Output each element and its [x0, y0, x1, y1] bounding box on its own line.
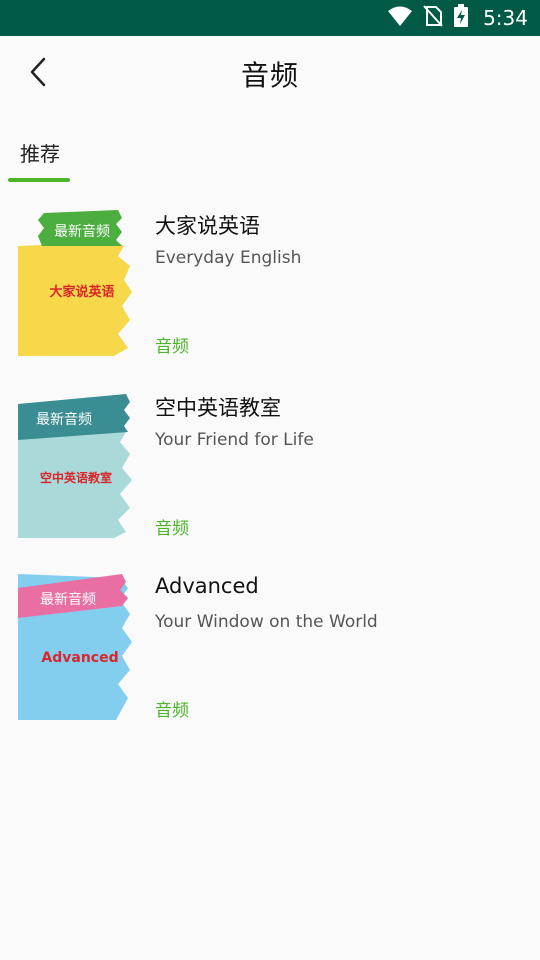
item-title: 大家说英语: [155, 214, 260, 238]
cover-banner-text: 最新音频: [40, 591, 96, 608]
audio-list: 最新音频 大家说英语 大家说英语 Everyday English 音频 最新音…: [0, 198, 540, 744]
item-subtitle: Your Friend for Life: [155, 430, 314, 450]
cover-banner-text: 最新音频: [54, 223, 110, 240]
item-tag: 音频: [155, 337, 189, 357]
cover-thumbnail: 最新音频 大家说英语: [18, 210, 134, 356]
no-sim-icon: [423, 5, 443, 31]
cover-thumbnail: 最新音频 空中英语教室: [18, 392, 134, 538]
cover-logo-text: 空中英语教室: [40, 470, 112, 485]
tab-bar: 推荐: [0, 130, 540, 182]
tab-label: 推荐: [20, 142, 60, 166]
item-subtitle: Everyday English: [155, 248, 302, 268]
item-tag: 音频: [155, 519, 189, 539]
cover-thumbnail: 最新音频 Advanced: [18, 574, 134, 720]
tab-indicator: [8, 178, 70, 182]
battery-charging-icon: [453, 4, 469, 32]
cover-logo-text: Advanced: [41, 650, 118, 666]
list-item[interactable]: 最新音频 大家说英语 大家说英语 Everyday English 音频: [0, 198, 540, 380]
cover-banner-text: 最新音频: [36, 411, 92, 428]
status-time: 5:34: [483, 6, 528, 30]
wifi-icon: [387, 5, 413, 31]
item-subtitle: Your Window on the World: [155, 612, 378, 632]
list-item[interactable]: 最新音频 空中英语教室 空中英语教室 Your Friend for Life …: [0, 380, 540, 562]
status-icons: 5:34: [387, 0, 528, 36]
tab-recommended[interactable]: 推荐: [8, 130, 70, 182]
status-bar: 5:34: [0, 0, 540, 36]
item-title: Advanced: [155, 574, 259, 598]
page-title: 音频: [240, 59, 299, 92]
app-bar: 音频: [0, 36, 540, 112]
item-tag: 音频: [155, 701, 189, 721]
cover-logo-text: 大家说英语: [49, 284, 114, 300]
item-title: 空中英语教室: [155, 396, 281, 420]
list-item[interactable]: 最新音频 Advanced Advanced Your Window on th…: [0, 562, 540, 744]
